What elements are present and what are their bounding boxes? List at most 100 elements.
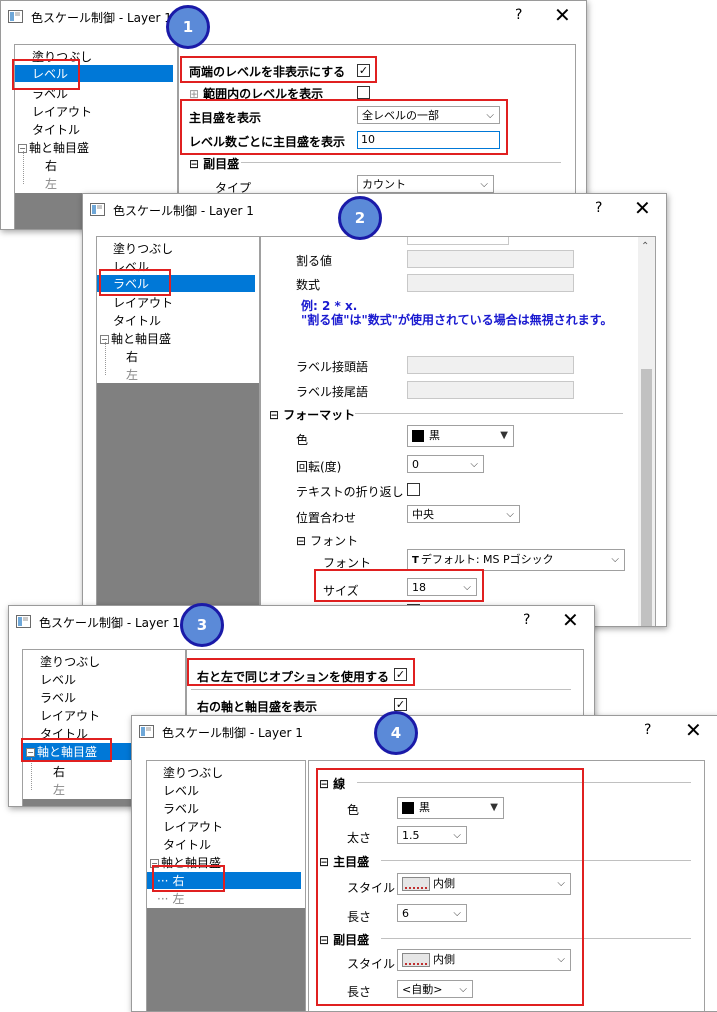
- help-button[interactable]: ?: [644, 722, 651, 738]
- window-title: 色スケール制御 - Layer 1: [31, 11, 172, 25]
- tree-panel: 塗りつぶし レベル ラベル レイアウト タイトル − 軸と軸目盛 ··· 右 ···…: [146, 760, 306, 1011]
- tree-item-layout[interactable]: レイアウト: [113, 294, 173, 311]
- help-button[interactable]: ?: [523, 612, 530, 628]
- tree-item-axis[interactable]: − 軸と軸目盛: [100, 330, 171, 347]
- collapse-icon[interactable]: ⊟: [319, 855, 329, 869]
- major-show-select[interactable]: 全レベルの一部 ⌵: [357, 106, 500, 124]
- tree-item-axis[interactable]: − 軸と軸目盛: [150, 854, 221, 871]
- levels-per-major-input[interactable]: 10: [357, 131, 500, 149]
- tree-item-fill[interactable]: 塗りつぶし: [163, 764, 223, 781]
- suffix-input[interactable]: [407, 381, 574, 399]
- color-select[interactable]: 黒 ▼: [407, 425, 514, 447]
- chevron-down-icon: ⌵: [470, 459, 478, 470]
- tree-item-left[interactable]: 左: [126, 366, 138, 383]
- major-style-select[interactable]: 内側 ⌵: [397, 873, 571, 895]
- size-select[interactable]: 18 ⌵: [407, 578, 477, 596]
- width-select[interactable]: 1.5 ⌵: [397, 826, 467, 844]
- tree-item-fill[interactable]: 塗りつぶし: [113, 240, 173, 257]
- chevron-down-icon: ⌵: [611, 554, 619, 565]
- step-badge-4: 4: [374, 711, 418, 755]
- same-option-checkbox[interactable]: ✓: [394, 668, 407, 681]
- collapse-icon[interactable]: ⊟: [189, 157, 199, 171]
- close-button[interactable]: ✕: [554, 2, 571, 28]
- rotate-select[interactable]: 0 ⌵: [407, 455, 484, 473]
- show-range-levels-checkbox[interactable]: [357, 86, 370, 99]
- tree-item-level[interactable]: レベル: [15, 65, 173, 82]
- collapse-icon[interactable]: ⊟: [319, 777, 329, 791]
- wrap-checkbox[interactable]: [407, 483, 420, 496]
- collapse-icon[interactable]: ⊟: [296, 534, 306, 548]
- collapse-icon[interactable]: −: [150, 859, 159, 868]
- collapse-icon[interactable]: ⊟: [269, 408, 279, 422]
- tree-item-label[interactable]: ラベル: [32, 85, 68, 102]
- levels-per-major-label: レベル数ごとに主目盛を表示: [189, 135, 346, 149]
- tree-item-fill[interactable]: 塗りつぶし: [32, 48, 92, 65]
- minor-tick-title: 副目盛: [203, 157, 240, 171]
- divide-input[interactable]: [407, 250, 574, 268]
- tree-item-title[interactable]: タイトル: [32, 121, 80, 138]
- tree-item-right[interactable]: 右: [126, 348, 138, 365]
- tree-item-level[interactable]: レベル: [163, 782, 199, 799]
- minor-style-select[interactable]: 内側 ⌵: [397, 949, 571, 971]
- tree-item-left[interactable]: ··· 左: [157, 890, 184, 907]
- chevron-down-icon: ⌵: [480, 179, 488, 190]
- major-length-select[interactable]: 6 ⌵: [397, 904, 467, 922]
- color-select[interactable]: 黒 ▼: [397, 797, 504, 819]
- major-show-label: 主目盛を表示: [189, 111, 262, 125]
- major-tick-title: 主目盛: [333, 855, 370, 869]
- tree-item-right[interactable]: ··· 右: [147, 872, 301, 889]
- tree-item-title[interactable]: タイトル: [113, 312, 161, 329]
- major-style-label: スタイル: [347, 881, 396, 895]
- tree-item-fill[interactable]: 塗りつぶし: [40, 653, 100, 670]
- collapse-icon[interactable]: −: [26, 748, 35, 757]
- scroll-up-icon[interactable]: ⌃: [641, 241, 649, 252]
- font-select[interactable]: T デフォルト: MS Pゴシック ⌵: [407, 549, 625, 571]
- minor-length-select[interactable]: <自動> ⌵: [397, 980, 473, 998]
- prefix-input[interactable]: [407, 356, 574, 374]
- help-button[interactable]: ?: [595, 200, 602, 216]
- show-right-axis-checkbox[interactable]: ✓: [394, 698, 407, 711]
- font-type-icon: T: [412, 555, 419, 566]
- formula-label: 数式: [296, 278, 321, 292]
- tree-item-left[interactable]: 左: [45, 175, 57, 192]
- tree-item-left[interactable]: 左: [53, 781, 65, 798]
- tree-item-label[interactable]: ラベル: [40, 689, 76, 706]
- step-badge-2: 2: [338, 196, 382, 240]
- app-icon: [90, 203, 105, 216]
- close-button[interactable]: ✕: [562, 607, 579, 633]
- color-label: 色: [296, 433, 309, 447]
- tree-item-level[interactable]: レベル: [40, 671, 76, 688]
- tree-item-layout[interactable]: レイアウト: [32, 103, 92, 120]
- tree-item-right[interactable]: 右: [45, 157, 57, 174]
- tick-style-icon: [402, 953, 430, 967]
- major-style-value: 内側: [433, 877, 455, 890]
- formula-input[interactable]: [407, 274, 574, 292]
- prefix-label: ラベル接頭語: [296, 360, 369, 374]
- tree-item-right[interactable]: 右: [53, 763, 65, 780]
- hide-end-levels-checkbox[interactable]: ✓: [357, 64, 370, 77]
- tree-item-title[interactable]: タイトル: [40, 725, 88, 742]
- same-option-label: 右と左で同じオプションを使用する: [197, 670, 390, 684]
- type-value: カウント: [362, 178, 406, 191]
- tree-item-level[interactable]: レベル: [113, 258, 149, 275]
- minor-tick-title: 副目盛: [333, 933, 370, 947]
- type-select[interactable]: カウント ⌵: [357, 175, 494, 193]
- tree-item-title[interactable]: タイトル: [163, 836, 211, 853]
- expand-icon[interactable]: ⊞: [189, 87, 199, 101]
- tree-item-axis[interactable]: − 軸と軸目盛: [18, 139, 89, 156]
- tree-empty-area: [147, 908, 305, 1011]
- tree-item-layout[interactable]: レイアウト: [163, 818, 223, 835]
- collapse-icon[interactable]: ⊟: [319, 933, 329, 947]
- scrollbar[interactable]: ⌃: [638, 237, 655, 626]
- rotate-value: 0: [412, 458, 419, 471]
- tree-item-label[interactable]: ラベル: [97, 275, 255, 292]
- help-button[interactable]: ?: [515, 7, 522, 23]
- scroll-thumb[interactable]: [641, 369, 652, 626]
- minor-tick-section: ⊟ 副目盛: [319, 931, 369, 948]
- tree-line: [31, 758, 32, 790]
- align-select[interactable]: 中央 ⌵: [407, 505, 520, 523]
- close-button[interactable]: ✕: [634, 195, 651, 221]
- close-button[interactable]: ✕: [685, 717, 702, 743]
- tree-item-label[interactable]: ラベル: [163, 800, 199, 817]
- tree-item-layout[interactable]: レイアウト: [40, 707, 100, 724]
